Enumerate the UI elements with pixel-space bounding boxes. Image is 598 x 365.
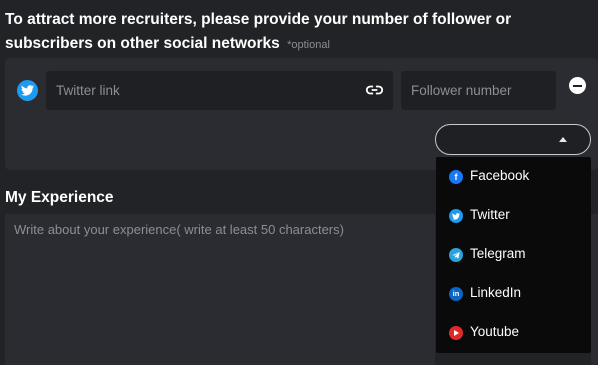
telegram-icon bbox=[449, 248, 463, 262]
experience-title: My Experience bbox=[5, 189, 114, 206]
option-label: Facebook bbox=[470, 168, 530, 183]
caret-up-icon bbox=[559, 137, 567, 142]
dropdown-option-youtube[interactable]: Youtube bbox=[436, 313, 591, 352]
youtube-icon bbox=[449, 326, 463, 340]
linkedin-icon: in bbox=[449, 287, 463, 301]
dropdown-option-telegram[interactable]: Telegram bbox=[436, 235, 591, 274]
dropdown-option-facebook[interactable]: f Facebook bbox=[436, 157, 591, 196]
experience-placeholder: Write about your experience( write at le… bbox=[14, 222, 344, 237]
dropdown-option-twitter[interactable]: Twitter bbox=[436, 196, 591, 235]
option-label: Telegram bbox=[470, 246, 526, 261]
follower-number-input[interactable]: Follower number bbox=[401, 71, 556, 110]
facebook-icon: f bbox=[449, 170, 463, 184]
twitter-icon bbox=[17, 80, 38, 101]
social-link-placeholder: Twitter link bbox=[56, 83, 120, 98]
experience-textarea-edge bbox=[591, 214, 598, 365]
optional-note: *optional bbox=[287, 39, 330, 51]
follower-number-placeholder: Follower number bbox=[411, 83, 512, 98]
option-label: Youtube bbox=[470, 324, 520, 339]
social-heading-text: To attract more recruiters, please provi… bbox=[5, 11, 512, 52]
remove-social-button[interactable] bbox=[569, 77, 586, 94]
experience-textarea[interactable]: Write about your experience( write at le… bbox=[5, 214, 435, 365]
social-networks-heading: To attract more recruiters, please provi… bbox=[5, 8, 585, 57]
twitter-icon bbox=[449, 209, 463, 223]
social-network-select[interactable] bbox=[435, 124, 591, 155]
option-label: LinkedIn bbox=[470, 285, 522, 300]
dropdown-option-linkedin[interactable]: in LinkedIn bbox=[436, 274, 591, 313]
link-icon bbox=[366, 85, 383, 95]
social-network-dropdown: f Facebook Twitter Telegram in LinkedIn … bbox=[436, 157, 591, 353]
social-link-input[interactable]: Twitter link bbox=[46, 71, 393, 110]
option-label: Twitter bbox=[470, 207, 510, 222]
